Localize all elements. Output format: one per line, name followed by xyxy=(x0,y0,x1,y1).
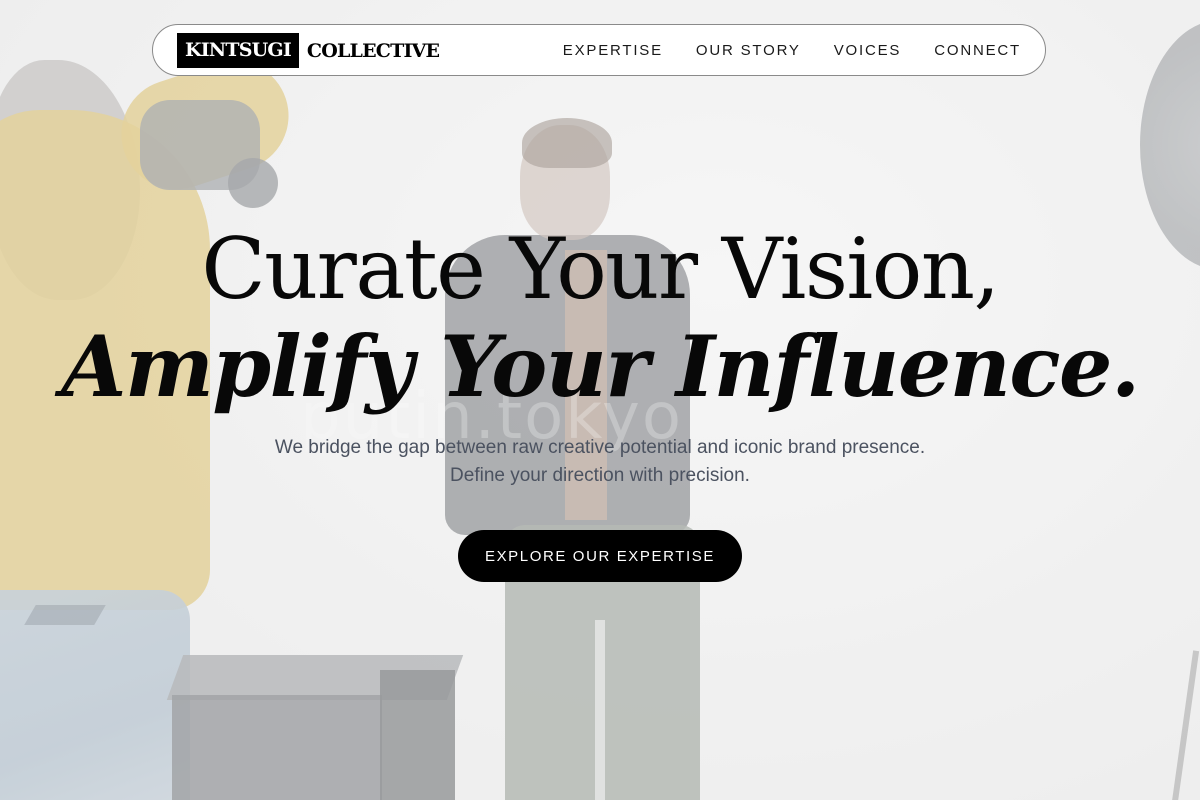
brand-mark: KINTSUGI xyxy=(177,33,299,68)
hero-headline-line-2: Amplify Your Influence. xyxy=(61,317,1140,416)
nav-link-voices[interactable]: VOICES xyxy=(834,42,901,59)
hero-headline-line-1: Curate Your Vision, xyxy=(201,220,1000,318)
nav-link-expertise[interactable]: EXPERTISE xyxy=(563,42,663,59)
nav-link-our-story[interactable]: OUR STORY xyxy=(696,42,801,59)
nav-links: EXPERTISE OUR STORY VOICES CONNECT xyxy=(563,25,1021,75)
brand-word: COLLECTIVE xyxy=(306,39,440,62)
nav-link-connect[interactable]: CONNECT xyxy=(934,42,1021,59)
top-navbar: KINTSUGI COLLECTIVE EXPERTISE OUR STORY … xyxy=(152,24,1046,76)
brand-logo[interactable]: KINTSUGI COLLECTIVE xyxy=(177,33,440,68)
hero-subtitle: We bridge the gap between raw creative p… xyxy=(274,437,926,486)
explore-expertise-button[interactable]: EXPLORE OUR EXPERTISE xyxy=(458,530,742,582)
